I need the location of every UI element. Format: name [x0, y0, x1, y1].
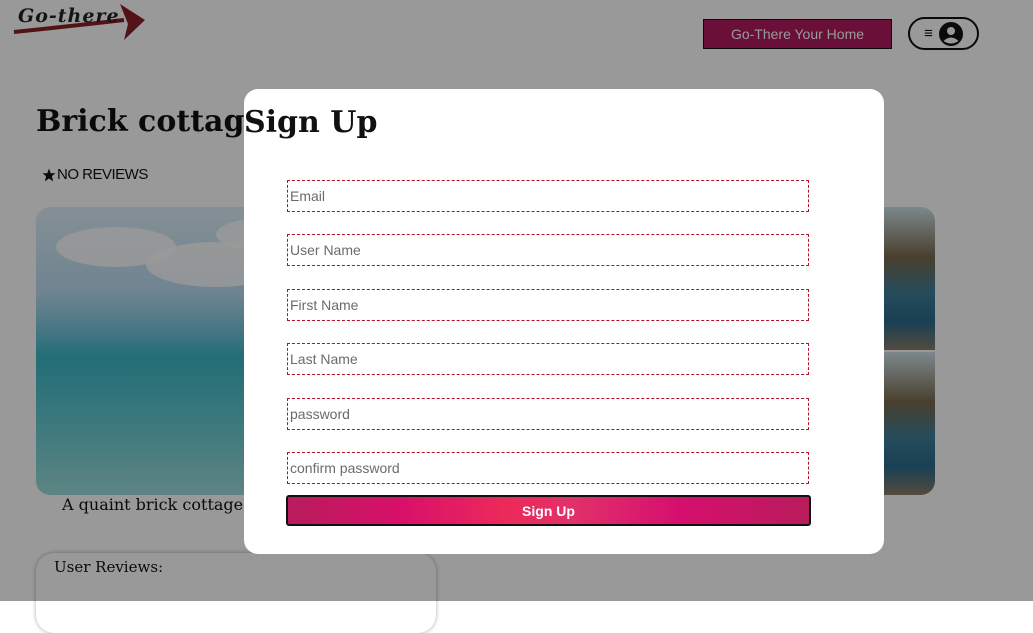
signup-modal: Sign Up Sign Up — [244, 89, 884, 554]
last-name-field[interactable] — [287, 343, 809, 375]
confirm-password-field[interactable] — [287, 452, 809, 484]
username-field[interactable] — [287, 234, 809, 266]
signup-title: Sign Up — [244, 105, 378, 140]
first-name-field[interactable] — [287, 289, 809, 321]
email-field[interactable] — [287, 180, 809, 212]
password-field[interactable] — [287, 398, 809, 430]
signup-submit-button[interactable]: Sign Up — [286, 495, 811, 526]
